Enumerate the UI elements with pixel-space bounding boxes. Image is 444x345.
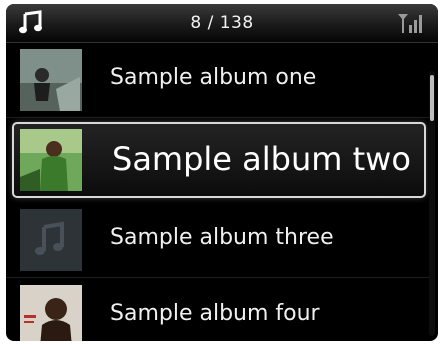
album-art-thumbnail [20, 129, 82, 191]
album-art-thumbnail [20, 49, 82, 111]
album-art-thumbnail [20, 285, 82, 341]
album-row[interactable]: Sample album three [6, 203, 430, 278]
album-art-placeholder [20, 209, 82, 271]
album-row[interactable]: Sample album one [6, 43, 430, 118]
header-bar: 8 / 138 [6, 4, 438, 43]
album-title: Sample album two [112, 140, 411, 178]
album-list[interactable]: Sample album one Sample album two Sample… [6, 43, 438, 341]
album-title: Sample album four [110, 301, 320, 326]
signal-strength-icon [398, 14, 422, 33]
album-title: Sample album one [110, 65, 317, 90]
album-title: Sample album three [110, 225, 334, 250]
music-player-screen: 8 / 138 Sample album one Sample album tw… [6, 4, 438, 341]
album-row-selected[interactable]: Sample album two [12, 122, 426, 198]
scrollbar-thumb[interactable] [430, 75, 434, 121]
album-row[interactable]: Sample album four [6, 279, 430, 341]
track-counter: 8 / 138 [190, 13, 254, 33]
